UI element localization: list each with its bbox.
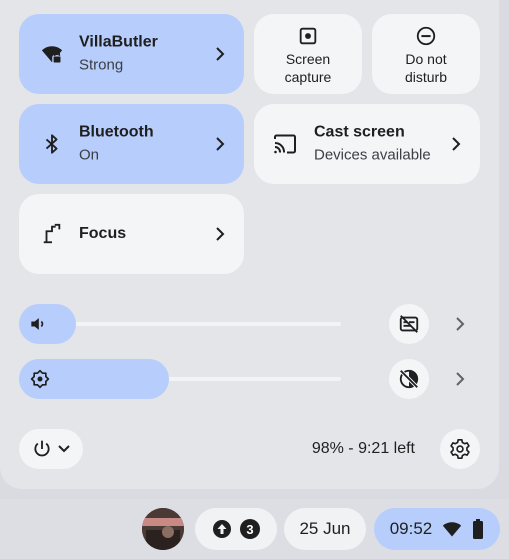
- avatar[interactable]: [142, 508, 184, 550]
- power-icon: [34, 440, 50, 457]
- focus-title: Focus: [79, 225, 127, 242]
- wifi-tile[interactable]: VillaButler Strong: [19, 14, 244, 94]
- chevron-right-icon: [216, 47, 225, 61]
- focus-tile[interactable]: Focus: [19, 194, 244, 274]
- bluetooth-icon: [41, 133, 63, 155]
- caption-off-icon: [399, 315, 419, 333]
- settings-button[interactable]: [440, 429, 480, 469]
- chevron-right-icon: [452, 137, 461, 151]
- chevron-right-icon: [216, 227, 225, 241]
- bluetooth-status: On: [79, 146, 100, 164]
- volume-icon: [31, 318, 44, 330]
- power-menu-button[interactable]: [19, 429, 83, 469]
- wifi-icon: [443, 522, 462, 537]
- live-caption-button[interactable]: [389, 304, 429, 344]
- wifi-network-name: VillaButler: [79, 33, 158, 51]
- cast-screen-status: Devices available: [314, 146, 431, 164]
- cast-icon: [272, 133, 298, 155]
- notification-count-badge: 3: [240, 519, 260, 539]
- screen-capture-label: Screen capture: [284, 50, 332, 85]
- bluetooth-title: Bluetooth: [79, 123, 154, 141]
- upload-icon: [213, 520, 231, 538]
- chevron-down-icon: [58, 445, 70, 453]
- quick-settings-panel: VillaButler Strong Screen capture Do not…: [0, 0, 499, 489]
- do-not-disturb-tile[interactable]: Do not disturb: [372, 14, 480, 94]
- chevron-right-icon: [456, 372, 465, 386]
- display-settings-button[interactable]: [453, 371, 467, 387]
- night-light-off-icon: [399, 369, 419, 389]
- battery-icon: [473, 519, 484, 539]
- screen-capture-tile[interactable]: Screen capture: [254, 14, 362, 94]
- audio-settings-button[interactable]: [453, 316, 467, 332]
- battery-status-text: 98% - 9:21 left: [311, 440, 415, 457]
- bluetooth-tile[interactable]: Bluetooth On: [19, 104, 244, 184]
- screen-capture-icon: [299, 27, 317, 44]
- settings-icon: [450, 439, 470, 459]
- chevron-right-icon: [216, 137, 225, 151]
- date-label: 25 Jun: [299, 519, 351, 538]
- do-not-disturb-icon: [416, 26, 436, 45]
- wifi-lock-icon: [41, 43, 63, 65]
- cast-screen-title: Cast screen: [314, 123, 405, 141]
- notification-count: 3: [246, 521, 254, 537]
- holding-space-tray[interactable]: 3: [195, 508, 277, 550]
- status-area-tray[interactable]: 09:52: [374, 508, 500, 550]
- night-light-button[interactable]: [389, 359, 429, 399]
- time-label: 09:52: [389, 519, 433, 538]
- focus-icon: [41, 223, 63, 245]
- wifi-strength: Strong: [79, 56, 124, 74]
- chevron-right-icon: [456, 317, 465, 331]
- cast-screen-tile[interactable]: Cast screen Devices available: [254, 104, 480, 184]
- date-tray[interactable]: 25 Jun: [284, 508, 366, 550]
- brightness-icon: [30, 369, 50, 389]
- do-not-disturb-label: Do not disturb: [404, 50, 448, 85]
